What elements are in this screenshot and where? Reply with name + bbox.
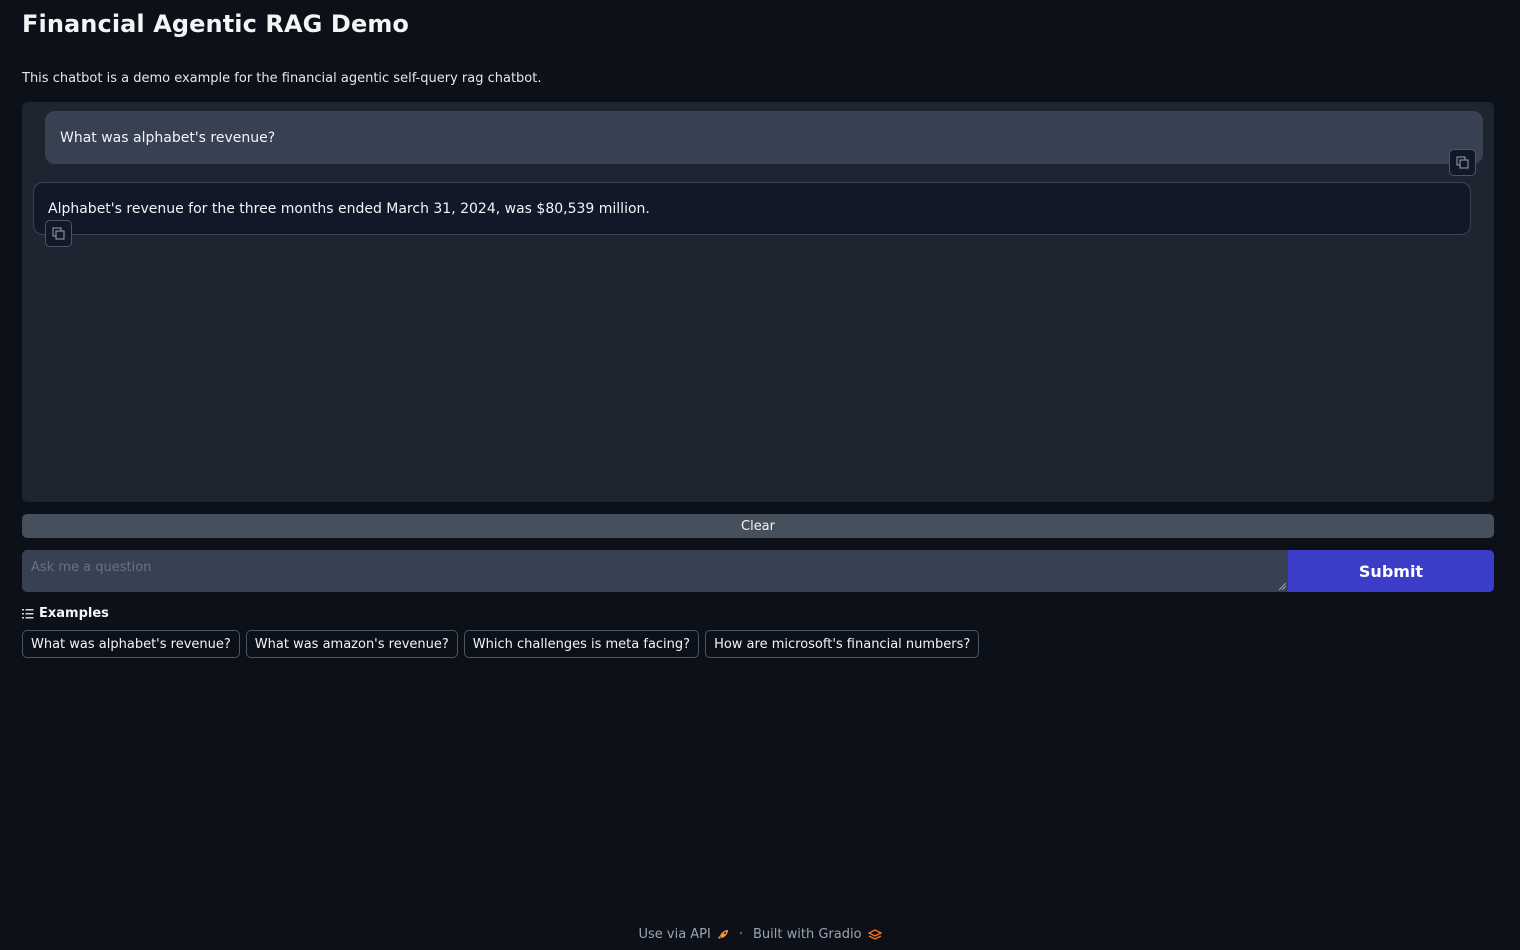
- gradio-app: Financial Agentic RAG Demo This chatbot …: [0, 0, 1520, 950]
- built-with-gradio-label: Built with Gradio: [753, 927, 862, 942]
- page-description: This chatbot is a demo example for the f…: [22, 71, 542, 86]
- use-via-api-link[interactable]: Use via API: [638, 927, 728, 942]
- copy-assistant-message-button[interactable]: [45, 220, 72, 247]
- footer: Use via API · Built with Gradio: [0, 927, 1520, 942]
- assistant-message-text: Alphabet's revenue for the three months …: [48, 200, 650, 217]
- clear-button[interactable]: Clear: [22, 514, 1494, 538]
- assistant-message: Alphabet's revenue for the three months …: [33, 182, 1471, 235]
- question-input[interactable]: [22, 550, 1288, 592]
- chat-panel: What was alphabet's revenue? Alphabet's …: [22, 102, 1494, 502]
- footer-separator: ·: [738, 927, 743, 942]
- list-icon: [22, 608, 34, 618]
- built-with-gradio-link[interactable]: Built with Gradio: [753, 927, 882, 942]
- example-meta-challenges[interactable]: Which challenges is meta facing?: [463, 630, 700, 658]
- example-alphabet-revenue[interactable]: What was alphabet's revenue?: [22, 630, 240, 658]
- copy-icon: [1456, 156, 1469, 169]
- example-amazon-revenue[interactable]: What was amazon's revenue?: [245, 630, 458, 658]
- examples-label: Examples: [39, 606, 109, 621]
- user-message: What was alphabet's revenue?: [45, 111, 1483, 164]
- submit-button[interactable]: Submit: [1288, 550, 1494, 592]
- examples-header: Examples: [22, 606, 109, 621]
- gradio-logo-icon: [867, 928, 882, 940]
- resize-handle-icon[interactable]: [1278, 582, 1286, 590]
- user-message-text: What was alphabet's revenue?: [60, 129, 276, 146]
- question-input-container: [22, 550, 1288, 592]
- page-title: Financial Agentic RAG Demo: [22, 10, 410, 38]
- copy-icon: [52, 227, 65, 240]
- examples-list: What was alphabet's revenue? What was am…: [22, 630, 980, 658]
- example-microsoft-financials[interactable]: How are microsoft's financial numbers?: [705, 630, 980, 658]
- use-via-api-label: Use via API: [638, 927, 711, 942]
- copy-user-message-button[interactable]: [1449, 149, 1476, 176]
- rocket-icon: [717, 929, 728, 939]
